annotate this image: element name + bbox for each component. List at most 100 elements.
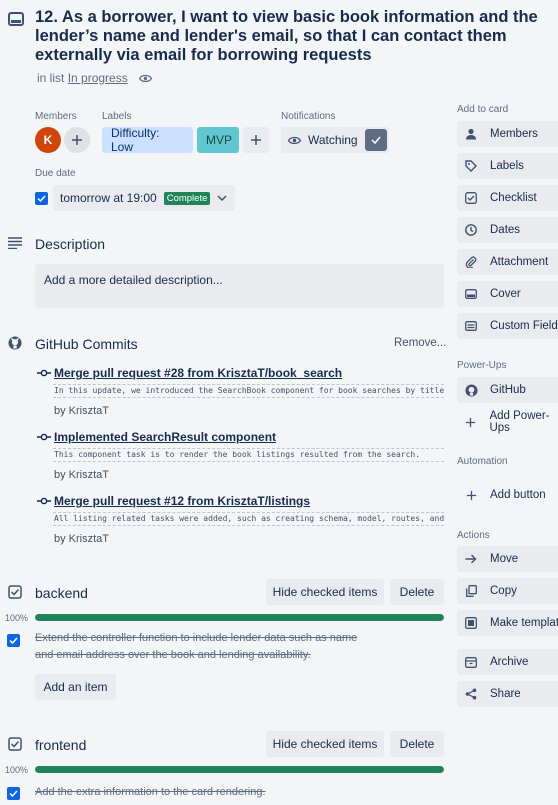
checklist-progress-bar: [35, 766, 444, 773]
card-title[interactable]: 12. As a borrower, I want to view basic …: [35, 8, 555, 65]
github-icon: [464, 383, 478, 397]
hide-checked-button[interactable]: Hide checked items: [266, 579, 384, 605]
label-mvp[interactable]: MVP: [197, 127, 239, 153]
commit-link[interactable]: Implemented SearchResult component: [54, 430, 276, 444]
sidebar-members-label: Members: [490, 128, 538, 140]
commit-author: by KrisztaT: [54, 533, 110, 545]
sidebar-cover-button[interactable]: Cover: [457, 281, 558, 307]
sidebar-github-button[interactable]: GitHub: [457, 377, 558, 403]
sidebar-dates-label: Dates: [490, 224, 521, 236]
checklist-item-checkbox[interactable]: [7, 634, 20, 647]
watch-label: Watching: [308, 133, 358, 147]
commit-icon: [37, 496, 51, 506]
due-date-heading: Due date: [35, 168, 76, 179]
sidebar-share-label: Share: [490, 688, 521, 700]
clock-icon: [464, 223, 478, 237]
checklist-icon: [464, 191, 478, 205]
checklist-percent: 100%: [5, 765, 29, 775]
checklist-percent: 100%: [5, 613, 29, 623]
add-button-button[interactable]: Add button: [457, 482, 558, 508]
checklist-progress-fill: [35, 614, 444, 621]
card-icon: [7, 10, 25, 28]
eye-icon: [139, 74, 153, 83]
checklist-title[interactable]: backend: [35, 585, 88, 601]
cover-icon: [464, 287, 478, 301]
commit-link[interactable]: Merge pull request #12 from KrisztaT/lis…: [54, 494, 310, 508]
sidebar-custom-fields-button[interactable]: Custom Fields: [457, 313, 558, 339]
sidebar-members-button[interactable]: Members: [457, 121, 558, 147]
sidebar-labels-button[interactable]: Labels: [457, 153, 558, 179]
sidebar-attachment-button[interactable]: Attachment: [457, 249, 558, 275]
sidebar-dates-button[interactable]: Dates: [457, 217, 558, 243]
sidebar-copy-button[interactable]: Copy: [457, 578, 558, 604]
commit-message: In this update, we introduced the Search…: [53, 384, 444, 398]
description-editor[interactable]: Add a more detailed description...: [35, 264, 444, 308]
add-item-button[interactable]: Add an item: [35, 674, 116, 700]
powerups-heading: Power-Ups: [457, 360, 507, 371]
copy-icon: [464, 584, 478, 598]
sidebar-checklist-label: Checklist: [490, 192, 537, 204]
delete-checklist-button[interactable]: Delete: [390, 731, 444, 757]
chevron-down-icon: [217, 195, 227, 201]
members-heading: Members: [35, 111, 77, 122]
commit-author: by KrisztaT: [54, 469, 110, 481]
add-button-label: Add button: [490, 489, 546, 501]
add-powerups-label: Add Power-Ups: [489, 410, 550, 434]
add-member-button[interactable]: [64, 127, 90, 153]
commit-icon: [37, 368, 51, 378]
share-icon: [464, 687, 478, 701]
commit-message: All listing related tasks were added, su…: [53, 512, 444, 526]
sidebar-cover-label: Cover: [490, 288, 521, 300]
add-powerups-button[interactable]: Add Power-Ups: [457, 409, 558, 435]
sidebar-custom-fields-label: Custom Fields: [490, 320, 558, 332]
list-location: in list In progress: [37, 71, 153, 85]
plus-icon: [464, 415, 477, 429]
due-date-button[interactable]: tomorrow at 19:00 Complete: [53, 185, 235, 211]
person-icon: [464, 127, 478, 141]
checklist-progress-bar: [35, 614, 444, 621]
sidebar-make-template-button[interactable]: Make template: [457, 610, 558, 636]
checklist-item-text[interactable]: Add the extra information to the card re…: [35, 784, 360, 801]
plus-icon: [251, 135, 261, 145]
sidebar-archive-button[interactable]: Archive: [457, 649, 558, 675]
plus-icon: [464, 488, 478, 502]
sidebar-github-label: GitHub: [490, 384, 526, 396]
delete-checklist-button[interactable]: Delete: [390, 579, 444, 605]
checklist-progress-fill: [35, 766, 444, 773]
list-link[interactable]: In progress: [68, 71, 128, 85]
tag-icon: [464, 159, 478, 173]
description-icon: [7, 236, 23, 250]
label-difficulty[interactable]: Difficulty: Low: [102, 126, 193, 154]
checklist-icon: [8, 737, 22, 751]
sidebar-archive-label: Archive: [490, 656, 529, 668]
commit-icon: [37, 432, 51, 442]
notifications-heading: Notifications: [281, 111, 336, 122]
add-label-button[interactable]: [243, 127, 269, 153]
checklist-title[interactable]: frontend: [35, 737, 86, 753]
sidebar-labels-label: Labels: [490, 160, 524, 172]
due-complete-checkbox[interactable]: [35, 192, 48, 205]
github-icon: [8, 336, 22, 350]
commit-link[interactable]: Merge pull request #28 from KrisztaT/boo…: [54, 366, 342, 380]
avatar[interactable]: K: [35, 127, 61, 153]
sidebar-move-button[interactable]: Move: [457, 546, 558, 572]
list-prefix: in list: [37, 71, 65, 85]
add-to-card-heading: Add to card: [457, 104, 509, 115]
watching-check-icon: [365, 129, 387, 151]
archive-icon: [464, 655, 478, 669]
custom-fields-icon: [464, 319, 478, 333]
watch-button[interactable]: Watching: [281, 127, 389, 153]
checklist-item-checkbox[interactable]: [7, 787, 20, 800]
eye-icon: [288, 136, 301, 144]
checklist-item-text[interactable]: Extend the controller function to includ…: [35, 630, 360, 664]
description-heading: Description: [35, 236, 106, 252]
sidebar-attachment-label: Attachment: [490, 256, 549, 268]
paperclip-icon: [464, 255, 478, 269]
hide-checked-button[interactable]: Hide checked items: [266, 731, 384, 757]
automation-heading: Automation: [457, 456, 508, 467]
sidebar-checklist-button[interactable]: Checklist: [457, 185, 558, 211]
template-icon: [464, 616, 478, 630]
commit-message: This component task is to render the boo…: [53, 448, 444, 462]
sidebar-share-button[interactable]: Share: [457, 681, 558, 707]
remove-github-button[interactable]: Remove...: [394, 337, 446, 349]
